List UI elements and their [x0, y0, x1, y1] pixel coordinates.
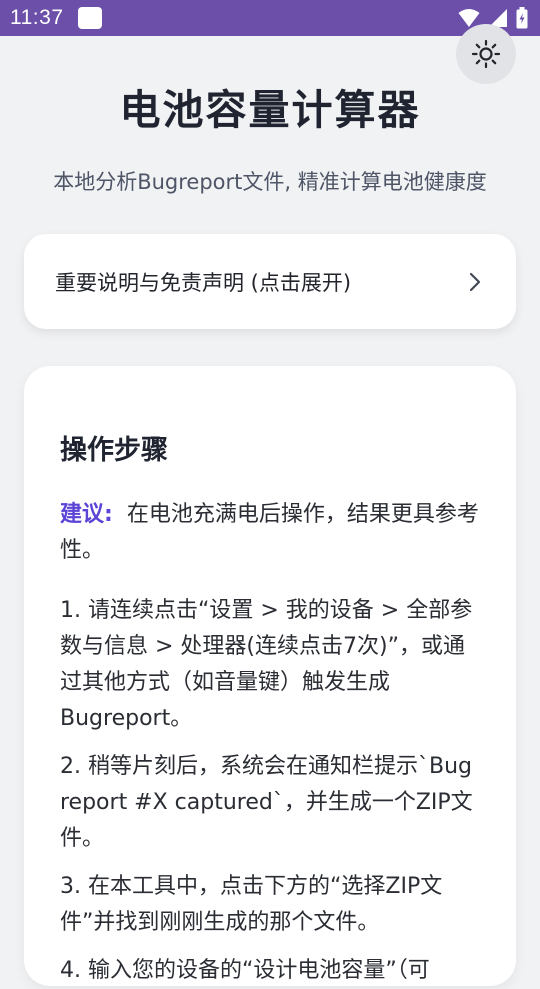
tip-text: 在电池充满电后操作，结果更具参考性。 [60, 502, 479, 563]
notification-icon [77, 7, 102, 29]
sun-icon [471, 39, 501, 69]
tip: 建议: 在电池充满电后操作，结果更具参考性。 [60, 497, 480, 569]
steps-title: 操作步骤 [60, 435, 168, 466]
tip-label: 建议: [60, 502, 113, 527]
disclaimer-expander[interactable]: 重要说明与免责声明 (点击展开) [24, 234, 516, 329]
status-bar: 11:37 [0, 0, 540, 36]
battery-icon [516, 7, 528, 29]
steps-card: 操作步骤 建议: 在电池充满电后操作，结果更具参考性。 1. 请连续点击“设置 >… [24, 366, 516, 986]
step-item: 3. 在本工具中，点击下方的“选择ZIP文件”并找到刚刚生成的那个文件。 [60, 874, 443, 935]
theme-toggle-button[interactable] [456, 24, 516, 84]
step-item: 1. 请连续点击“设置 > 我的设备 > 全部参数与信息 > 处理器(连续点击7… [60, 598, 473, 731]
step-item: 4. 输入您的设备的“设计电池容量”（可 [60, 958, 430, 983]
page-subtitle: 本地分析Bugreport文件, 精准计算电池健康度 [53, 170, 487, 194]
disclaimer-label: 重要说明与免责声明 (点击展开) [55, 270, 352, 295]
page-title: 电池容量计算器 [119, 86, 421, 134]
step-item: 2. 稍等片刻后，系统会在通知栏提示`Bug report #X capture… [60, 754, 473, 851]
status-time: 11:37 [10, 6, 64, 29]
chevron-right-icon [469, 272, 481, 291]
